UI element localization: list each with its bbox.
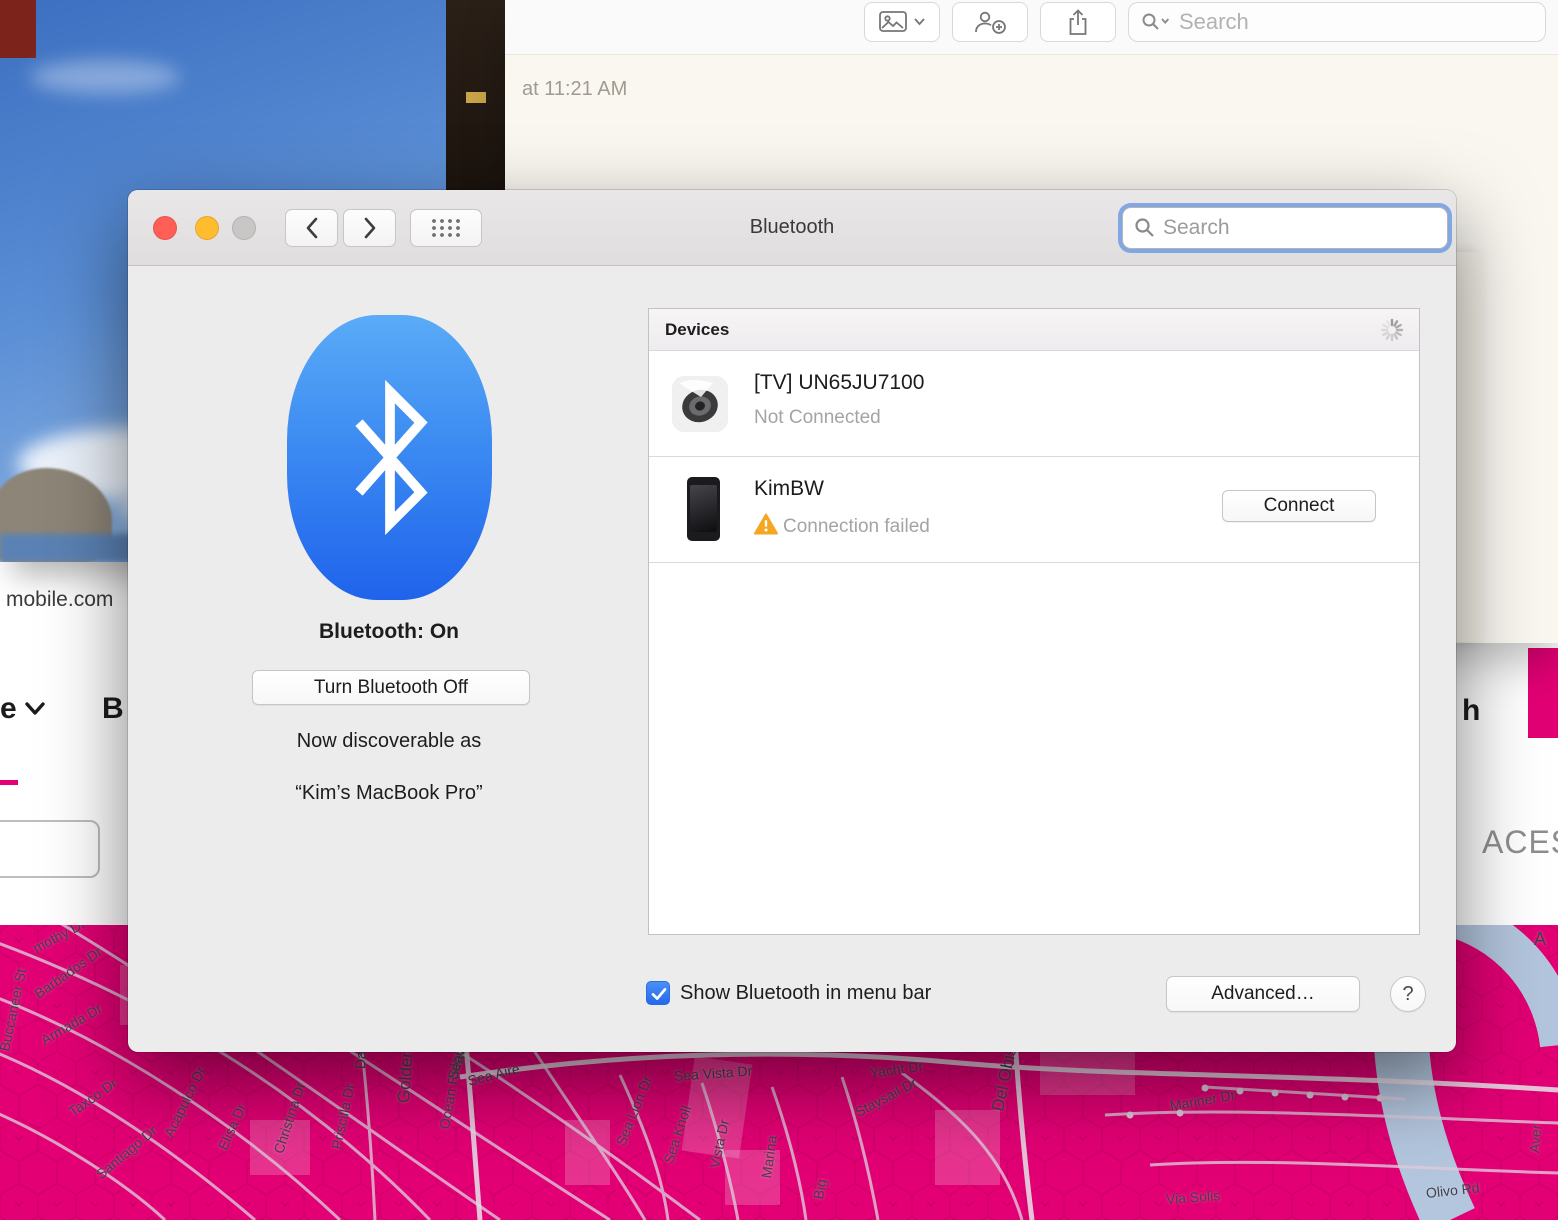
share-button[interactable] [1040, 2, 1116, 42]
devices-panel: Devices [TV] UN65JU7100 Not Connected Ki… [648, 308, 1420, 935]
add-contact-button[interactable] [952, 2, 1028, 42]
map-street-label: Big [810, 1177, 830, 1201]
share-icon [1069, 8, 1087, 35]
turn-bluetooth-off-button[interactable]: Turn Bluetooth Off [252, 670, 530, 705]
discoverable-text: Now discoverable as [296, 730, 482, 752]
warning-icon [754, 513, 778, 540]
map-street-label: Sea Aire [466, 1060, 522, 1089]
mail-search-placeholder: Search [1179, 9, 1249, 34]
iphone-icon [687, 477, 720, 541]
book-spine-label [466, 92, 486, 103]
devices-header: Devices [649, 309, 1419, 351]
map-street-label: Mariner Dr [1168, 1086, 1237, 1114]
device-name: KimBW [754, 477, 824, 500]
mail-toolbar: Search [505, 0, 1558, 55]
map-street-label: Taxco Dr [65, 1074, 120, 1120]
map-street-label: Priscilla Dr [328, 1081, 358, 1151]
map-street-label: A [1534, 929, 1547, 949]
url-fragment: mobile.com [6, 588, 114, 611]
map-street-label: Christina Dr [270, 1080, 309, 1156]
preferences-search-field[interactable]: Search [1122, 207, 1448, 249]
device-row-tv[interactable]: [TV] UN65JU7100 Not Connected [649, 351, 1419, 457]
connect-button[interactable]: Connect [1222, 490, 1376, 522]
menubar-checkbox[interactable] [646, 981, 670, 1005]
map-street-label: Santiago Dr [92, 1122, 160, 1183]
help-button[interactable]: ? [1390, 976, 1426, 1012]
map-street-label: Armada Dr [38, 1000, 105, 1048]
advanced-button[interactable]: Advanced… [1166, 976, 1360, 1012]
magenta-accent-block [1528, 648, 1558, 738]
menubar-checkbox-label[interactable]: Show Bluetooth in menu bar [680, 981, 931, 1005]
check-icon [651, 988, 667, 1000]
photo-icon [879, 11, 925, 32]
devices-header-label: Devices [665, 319, 730, 339]
map-street-label: Staysail Dr [852, 1074, 920, 1121]
map-street-label: Yacht Dr [868, 1057, 925, 1081]
nav-fragment-left: B [102, 692, 124, 725]
chevron-down-icon [24, 702, 45, 715]
search-placeholder: Search [1163, 216, 1230, 239]
nav-dropdown-fragment[interactable]: e [0, 692, 45, 726]
search-icon [1135, 218, 1154, 237]
media-browser-button[interactable] [864, 2, 940, 42]
device-row-kimbw[interactable]: KimBW Connection failed Connect [649, 457, 1419, 563]
places-heading-fragment: ACES [1482, 824, 1558, 860]
search-icon [1142, 13, 1170, 30]
device-status: Connection failed [783, 516, 930, 537]
active-tab-underline [0, 780, 18, 785]
bluetooth-status-label: Bluetooth: On [319, 620, 459, 643]
message-timestamp: at 11:21 AM [522, 78, 628, 100]
mail-search-field[interactable]: Search [1128, 2, 1546, 42]
painting-red-corner [0, 0, 36, 58]
map-street-label: Sea Lion Dr [612, 1073, 656, 1148]
background-sheet-edge [1452, 252, 1484, 642]
device-status: Not Connected [754, 407, 881, 428]
bluetooth-rune-icon [354, 380, 428, 535]
map-street-label: Sea Knoll [660, 1103, 695, 1166]
map-street-label: Elisa Dr [214, 1100, 250, 1153]
map-street-label: Acapulco Dr [160, 1063, 209, 1140]
device-name: [TV] UN65JU7100 [754, 371, 925, 394]
map-street-label: Vista Dr [706, 1117, 733, 1170]
bluetooth-preferences-window: Bluetooth Search Bluetooth: On Turn Blue… [128, 190, 1456, 1052]
book-spine [446, 0, 512, 192]
window-titlebar: Bluetooth Search [128, 190, 1456, 266]
map-street-label: Buccaneer St [0, 967, 30, 1053]
map-street-label: Marina [758, 1134, 780, 1180]
scanning-spinner-icon [1380, 318, 1404, 341]
map-street-label: Olivo Rd [1425, 1179, 1481, 1201]
add-contact-icon [975, 11, 1006, 34]
map-street-label: mothy Dr [30, 925, 88, 957]
map-street-label: Aver [1526, 1123, 1545, 1154]
nav-fragment-right: h [1462, 694, 1481, 727]
bluetooth-icon [287, 315, 492, 600]
partial-search-box[interactable] [0, 820, 100, 878]
map-street-label: Sea Vista Dr [673, 1062, 753, 1084]
painting-cloud [30, 60, 180, 94]
chevron-down-icon [914, 18, 925, 26]
speaker-icon [671, 375, 729, 433]
map-street-label: Via Solis [1165, 1187, 1221, 1207]
device-name-text: “Kim’s MacBook Pro” [295, 782, 483, 804]
